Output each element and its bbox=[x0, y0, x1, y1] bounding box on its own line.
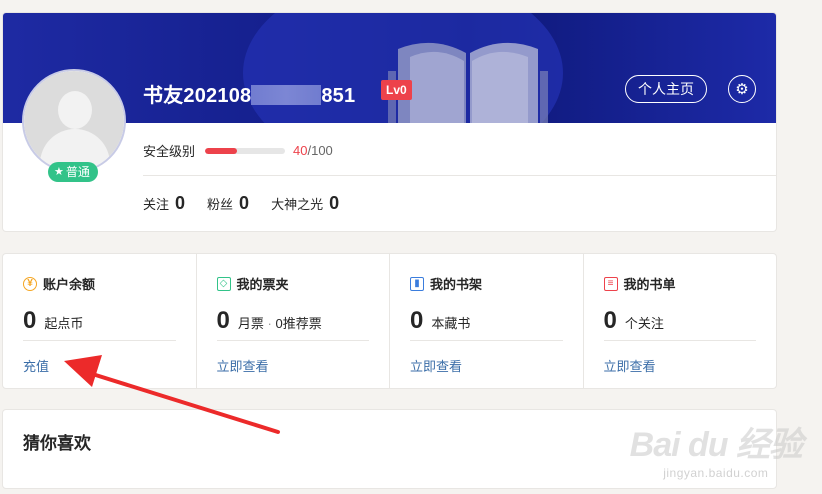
card-title: 我的票夹 bbox=[236, 277, 289, 292]
card-title: 账户余额 bbox=[43, 277, 96, 292]
card-divider bbox=[23, 340, 176, 341]
bookshelf-card: ▮ 我的书架 0 本藏书 立即查看 bbox=[390, 254, 584, 388]
security-label: 安全级别 bbox=[143, 144, 196, 159]
avatar-placeholder-icon bbox=[58, 91, 92, 129]
stat-fans-value: 0 bbox=[239, 193, 250, 213]
username-prefix: 书友202108 bbox=[143, 85, 252, 107]
security-total: /100 bbox=[307, 143, 333, 158]
view-booklist-link[interactable]: 立即查看 bbox=[604, 356, 656, 375]
monthly-ticket-unit: 月票 · 0推荐票 bbox=[237, 316, 322, 331]
star-icon: ★ bbox=[54, 166, 64, 178]
username-suffix: 851 bbox=[321, 85, 356, 107]
ticket-icon: ◇ bbox=[216, 276, 231, 291]
booklist-unit: 个关注 bbox=[624, 316, 664, 331]
settings-button[interactable]: ⚙ bbox=[728, 75, 756, 103]
username: 书友202108 851 bbox=[143, 79, 355, 108]
card-title: 我的书单 bbox=[623, 277, 676, 292]
security-progress-fill bbox=[205, 147, 238, 154]
member-grade-badge: ★ 普通 bbox=[48, 162, 98, 182]
security-level: 安全级别 40/100 bbox=[143, 141, 333, 160]
card-divider bbox=[603, 340, 756, 341]
username-redaction bbox=[251, 85, 322, 105]
booklist-count: 0 bbox=[603, 307, 617, 334]
watermark-url: jingyan.baidu.com bbox=[663, 466, 769, 480]
booklist-card: ≡ 我的书单 0 个关注 立即查看 bbox=[584, 254, 777, 388]
balance-unit: 起点币 bbox=[44, 316, 84, 331]
recommendations-title: 猜你喜欢 bbox=[23, 434, 91, 453]
security-score: 40 bbox=[293, 143, 308, 158]
security-progress-bar bbox=[205, 147, 286, 154]
level-badge: Lv0 bbox=[381, 80, 412, 100]
bookshelf-icon: ▮ bbox=[410, 276, 424, 291]
card-title: 我的书架 bbox=[430, 277, 483, 292]
open-book-illustration bbox=[388, 42, 548, 123]
recharge-link[interactable]: 充值 bbox=[23, 356, 49, 375]
profile-stats: 关注 0 粉丝 0 大神之光 0 bbox=[143, 193, 339, 214]
stat-master-light[interactable]: 大神之光 0 bbox=[271, 193, 339, 214]
stat-follow[interactable]: 关注 0 bbox=[143, 193, 185, 214]
gear-icon: ⚙ bbox=[735, 81, 749, 98]
stat-master-light-value: 0 bbox=[329, 193, 340, 213]
monthly-ticket-value: 0 bbox=[216, 307, 230, 334]
yuan-icon: ¥ bbox=[23, 276, 37, 291]
stat-follow-value: 0 bbox=[175, 193, 186, 213]
view-tickets-link[interactable]: 立即查看 bbox=[217, 356, 269, 375]
avatar[interactable] bbox=[22, 69, 126, 173]
bookshelf-count: 0 bbox=[410, 307, 424, 334]
account-summary: ¥ 账户余额 0 起点币 充值 ◇ 我的票夹 0 月票 · 0推荐票 立即查看 ▮ 我的书… bbox=[2, 253, 777, 389]
balance-value: 0 bbox=[23, 307, 37, 334]
account-balance-card: ¥ 账户余额 0 起点币 充值 bbox=[3, 254, 197, 388]
bookshelf-unit: 本藏书 bbox=[431, 316, 471, 331]
ticket-wallet-card: ◇ 我的票夹 0 月票 · 0推荐票 立即查看 bbox=[197, 254, 390, 388]
baidu-jingyan-watermark: Bai du 经验 jingyan.baidu.com bbox=[629, 417, 803, 480]
card-divider bbox=[216, 340, 369, 341]
card-divider bbox=[410, 340, 563, 341]
profile-card: ★ 普通 书友202108 851 Lv0 个人主页 ⚙ 安全级别 40/100 … bbox=[2, 12, 777, 232]
view-bookshelf-link[interactable]: 立即查看 bbox=[410, 356, 462, 375]
personal-homepage-button[interactable]: 个人主页 bbox=[625, 75, 707, 103]
profile-divider bbox=[143, 175, 776, 176]
stat-follow-label: 关注 bbox=[143, 197, 170, 212]
member-grade-label: 普通 bbox=[65, 165, 90, 179]
stat-fans-label: 粉丝 bbox=[207, 197, 234, 212]
booklist-icon: ≡ bbox=[603, 276, 618, 291]
stat-fans[interactable]: 粉丝 0 bbox=[207, 193, 249, 214]
watermark-logo: Bai du 经验 bbox=[629, 426, 803, 464]
stat-master-light-label: 大神之光 bbox=[271, 197, 324, 212]
